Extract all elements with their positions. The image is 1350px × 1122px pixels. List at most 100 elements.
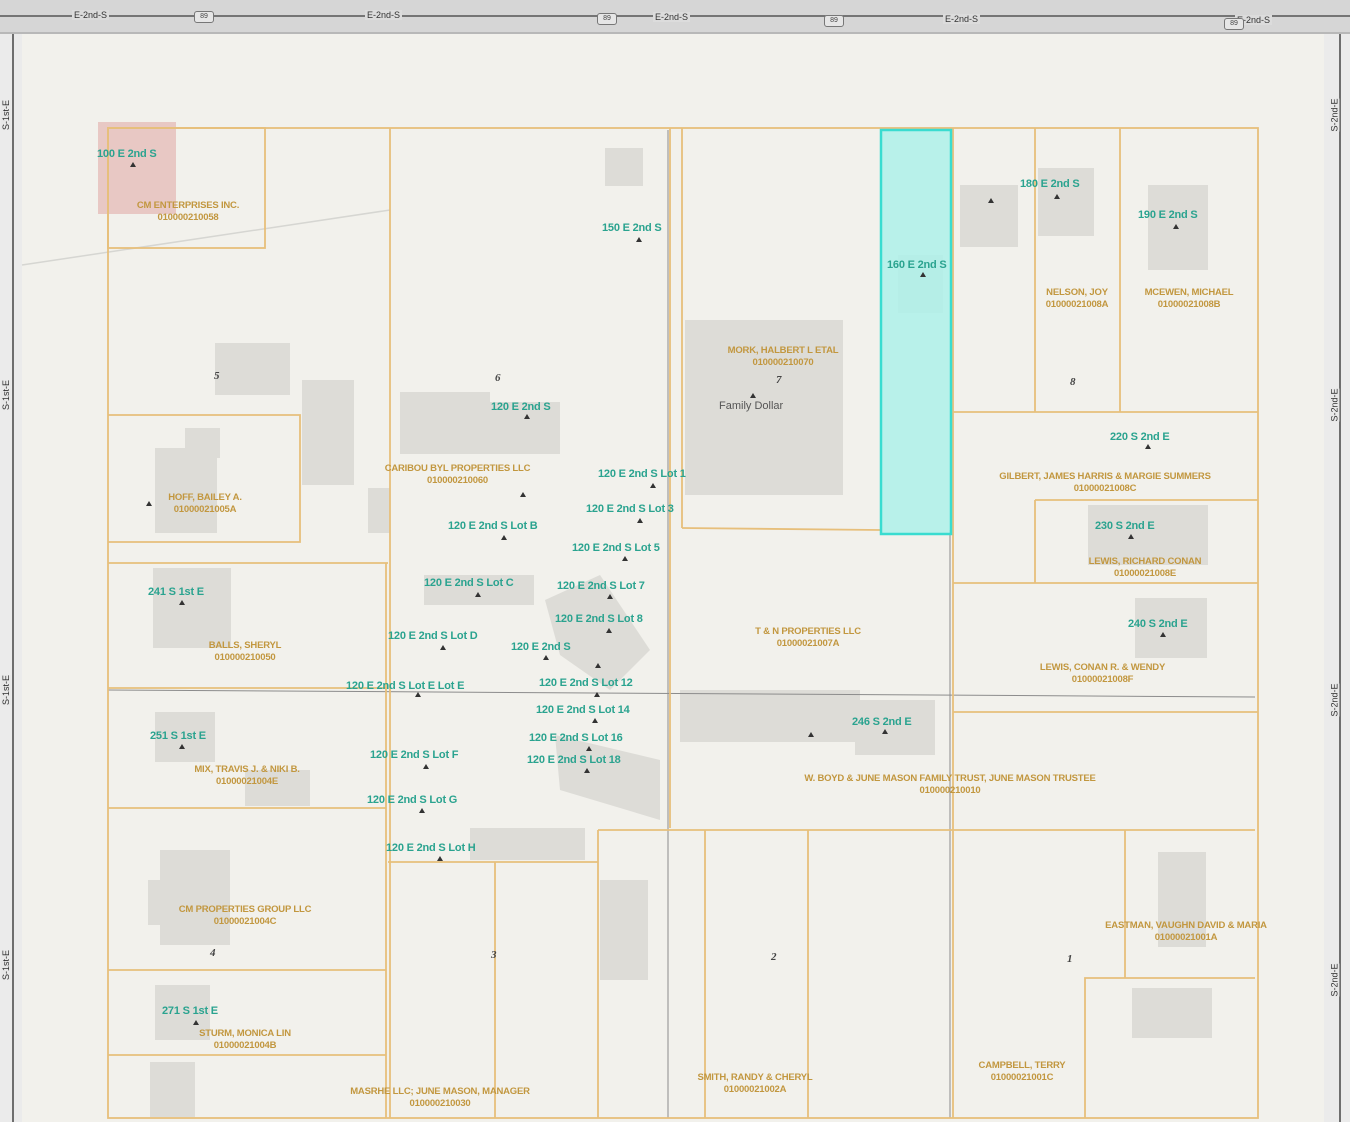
highway-shield-icon: 89	[1224, 18, 1244, 30]
address-label[interactable]: 120 E 2nd S Lot C	[424, 577, 514, 589]
owner-name: EASTMAN, VAUGHN DAVID & MARIA	[1105, 920, 1267, 931]
street-label-west: S-1st-E	[1, 99, 12, 131]
owner-name: CAMPBELL, TERRY	[978, 1060, 1066, 1071]
block-number: 8	[1070, 376, 1076, 388]
block-number: 2	[771, 951, 777, 963]
parcel-id: 010000210010	[919, 785, 981, 796]
address-label[interactable]: 120 E 2nd S Lot B	[448, 520, 538, 532]
address-label[interactable]: 120 E 2nd S Lot G	[367, 794, 457, 806]
building	[215, 343, 290, 395]
parcel-id: 01000021008F	[1071, 674, 1134, 685]
building	[302, 380, 354, 485]
owner-label: BALLS, SHERYL 010000210050	[180, 640, 310, 664]
address-label[interactable]: 220 S 2nd E	[1110, 431, 1170, 443]
address-label[interactable]: 120 E 2nd S Lot 1	[598, 468, 686, 480]
owner-name: CM PROPERTIES GROUP LLC	[178, 904, 312, 915]
building	[368, 488, 390, 533]
owner-name: CARIBOU BYL PROPERTIES LLC	[384, 463, 531, 474]
address-label[interactable]: 120 E 2nd S Lot H	[386, 842, 476, 854]
parcel-id: 01000021008B	[1157, 299, 1221, 310]
street-label-east: S-2nd-E	[1329, 683, 1340, 717]
parcel-map[interactable]: E-2nd-S E-2nd-S E-2nd-S E-2nd-S E-2nd-S …	[0, 0, 1350, 1122]
block-number: 1	[1067, 953, 1073, 965]
address-label[interactable]: 120 E 2nd S Lot 16	[529, 732, 623, 744]
address-label[interactable]: 160 E 2nd S	[887, 259, 947, 271]
parcel-id: 01000021008A	[1045, 299, 1109, 310]
owner-label: T & N PROPERTIES LLC 01000021007A	[718, 626, 898, 650]
owner-label: STURM, MONICA LIN 01000021004B	[170, 1028, 320, 1052]
address-label[interactable]: 120 E 2nd S Lot 12	[539, 677, 633, 689]
street-label-north: E-2nd-S	[943, 14, 981, 24]
building	[400, 392, 490, 454]
street-label-east: S-2nd-E	[1329, 388, 1340, 422]
address-label[interactable]: 120 E 2nd S Lot 7	[557, 580, 645, 592]
owner-name: SMITH, RANDY & CHERYL	[697, 1072, 813, 1083]
parcel-id: 01000021001A	[1154, 932, 1218, 943]
address-label[interactable]: 190 E 2nd S	[1138, 209, 1198, 221]
block-number: 7	[776, 374, 782, 386]
address-label[interactable]: 240 S 2nd E	[1128, 618, 1188, 630]
owner-label: LEWIS, CONAN R. & WENDY 01000021008F	[1010, 662, 1195, 686]
building	[185, 428, 220, 458]
address-label[interactable]: 120 E 2nd S Lot 8	[555, 613, 643, 625]
parcel-id: 010000210060	[426, 475, 488, 486]
building	[155, 448, 217, 533]
owner-name: T & N PROPERTIES LLC	[755, 626, 861, 637]
address-label[interactable]: 241 S 1st E	[148, 586, 204, 598]
building	[153, 568, 231, 648]
address-label[interactable]: 180 E 2nd S	[1020, 178, 1080, 190]
building	[960, 185, 1018, 247]
owner-name: GILBERT, JAMES HARRIS & MARGIE SUMMERS	[999, 471, 1211, 482]
parcel-id: 010000210030	[409, 1098, 471, 1109]
street-label-west: S-1st-E	[1, 949, 12, 981]
owner-label: MCEWEN, MICHAEL 01000021008B	[1123, 287, 1255, 311]
parcel-id: 01000021004C	[213, 916, 277, 927]
address-label[interactable]: 120 E 2nd S	[511, 641, 571, 653]
parcel-id: 010000210050	[214, 652, 276, 663]
address-label[interactable]: 251 S 1st E	[150, 730, 206, 742]
address-label[interactable]: 120 E 2nd S Lot 14	[536, 704, 630, 716]
address-label[interactable]: 120 E 2nd S Lot E Lot E	[346, 680, 464, 692]
building	[600, 880, 648, 980]
owner-label: MORK, HALBERT L ETAL 010000210070	[688, 345, 878, 369]
highway-shield-icon: 89	[597, 13, 617, 25]
owner-name: NELSON, JOY	[1046, 287, 1108, 298]
address-label[interactable]: 150 E 2nd S	[602, 222, 662, 234]
address-label[interactable]: 230 S 2nd E	[1095, 520, 1155, 532]
owner-name: STURM, MONICA LIN	[199, 1028, 291, 1039]
block-number: 4	[210, 947, 216, 959]
building	[470, 828, 585, 860]
owner-label: MIX, TRAVIS J. & NIKI B. 01000021004E	[162, 764, 332, 788]
owner-name: MCEWEN, MICHAEL	[1144, 287, 1234, 298]
owner-name: LEWIS, RICHARD CONAN	[1088, 556, 1202, 567]
highway-shield-icon: 89	[194, 11, 214, 23]
block-number: 3	[491, 949, 497, 961]
owner-label: CARIBOU BYL PROPERTIES LLC 010000210060	[350, 463, 565, 487]
parcel-id: 01000021007A	[776, 638, 840, 649]
street-label-east: S-2nd-E	[1329, 98, 1340, 132]
parcel-id: 01000021005A	[173, 504, 237, 515]
owner-name: CM ENTERPRISES INC.	[136, 200, 240, 211]
street-label-west: S-1st-E	[1, 674, 12, 706]
owner-name: HOFF, BAILEY A.	[168, 492, 242, 503]
parcel-id: 010000210058	[157, 212, 219, 223]
store-label: Family Dollar	[719, 400, 784, 412]
parcel-id: 01000021004E	[215, 776, 279, 787]
owner-label: HOFF, BAILEY A. 01000021005A	[140, 492, 270, 516]
address-label[interactable]: 120 E 2nd S Lot F	[370, 749, 458, 761]
address-label[interactable]: 120 E 2nd S Lot D	[388, 630, 478, 642]
address-label[interactable]: 120 E 2nd S Lot 5	[572, 542, 660, 554]
address-label[interactable]: 100 E 2nd S	[97, 148, 157, 160]
building	[605, 148, 643, 186]
address-label[interactable]: 120 E 2nd S	[491, 401, 551, 413]
street-label-east: S-2nd-E	[1329, 963, 1340, 997]
parcel-id: 01000021008E	[1113, 568, 1177, 579]
address-label[interactable]: 120 E 2nd S Lot 3	[586, 503, 674, 515]
address-label[interactable]: 271 S 1st E	[162, 1005, 218, 1017]
owner-name: MIX, TRAVIS J. & NIKI B.	[194, 764, 300, 775]
owner-label: CAMPBELL, TERRY 01000021001C	[952, 1060, 1092, 1084]
parcel-id: 010000210070	[752, 357, 814, 368]
owner-name: W. BOYD & JUNE MASON FAMILY TRUST, JUNE …	[804, 773, 1096, 784]
address-label[interactable]: 246 S 2nd E	[852, 716, 912, 728]
address-label[interactable]: 120 E 2nd S Lot 18	[527, 754, 621, 766]
